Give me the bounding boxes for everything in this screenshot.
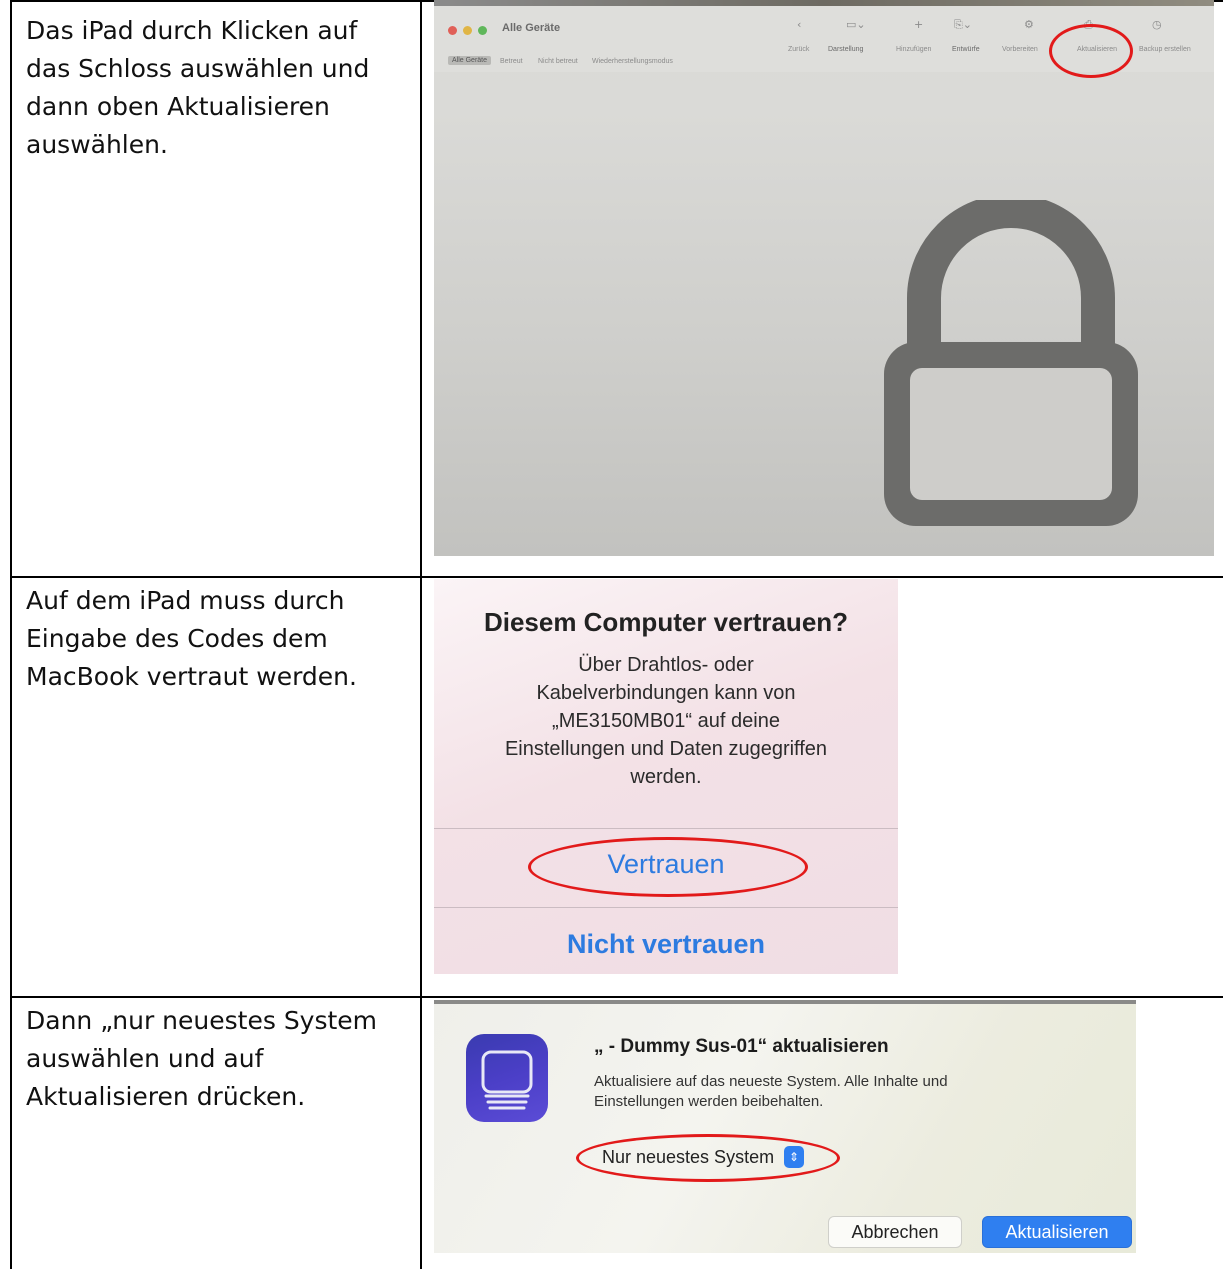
update-message-line: Aktualisiere auf das neueste System. All… — [594, 1073, 948, 1090]
highlight-update-button — [1049, 24, 1133, 78]
view-icon: ▭⌄ — [846, 18, 866, 31]
screenshot-top-edge — [434, 1000, 1136, 1004]
window-close-button[interactable] — [448, 26, 457, 35]
highlight-update-select — [576, 1134, 840, 1182]
trust-dialog-screenshot: Diesem Computer vertrauen? Über Drahtlos… — [434, 579, 898, 974]
trust-dialog-title: Diesem Computer vertrauen? — [483, 607, 849, 637]
table-border-row2 — [10, 996, 1223, 998]
add-icon: + — [914, 18, 924, 31]
table-border-row1 — [10, 576, 1223, 578]
update-message-line: Einstellungen werden beibehalten. — [594, 1093, 824, 1110]
toolbar-blueprints[interactable]: Entwürfe — [952, 46, 980, 53]
instruction-step-3: Dann „nur neuestes System auswählen und … — [26, 1006, 378, 1111]
update-button[interactable]: Aktualisieren — [982, 1216, 1132, 1248]
lock-icon[interactable] — [866, 200, 1156, 530]
configurator-screenshot: Alle Geräte ‹ ▭⌄ + ⎘⌄ ⚙ ⎙ ◷ Zurück Darst… — [434, 0, 1214, 556]
window-title: Alle Geräte — [502, 22, 561, 34]
blueprints-icon: ⎘⌄ — [954, 18, 973, 31]
table-border-middle — [420, 0, 422, 1269]
segment-all-devices[interactable]: Alle Geräte — [448, 56, 492, 65]
back-icon: ‹ — [797, 18, 802, 31]
trust-message-line: Einstellungen und Daten zugegriffen — [504, 738, 828, 760]
instruction-step-1: Das iPad durch Klicken auf das Schloss a… — [26, 16, 370, 159]
segment-unsupervised[interactable]: Nicht betreut — [538, 58, 578, 65]
toolbar-view[interactable]: Darstellung — [828, 46, 863, 53]
trust-message-line: Kabelverbindungen kann von — [536, 682, 796, 704]
window-minimize-button[interactable] — [463, 26, 472, 35]
trust-message-line: werden. — [630, 766, 702, 788]
instruction-step-2: Auf dem iPad muss durch Eingabe des Code… — [26, 586, 357, 691]
trust-message-line: „ME3150MB01“ auf deine — [552, 710, 780, 732]
update-dialog-title: „ - Dummy Sus-01“ aktualisieren — [594, 1036, 889, 1057]
toolbar-back[interactable]: Zurück — [788, 46, 809, 53]
toolbar-prepare[interactable]: Vorbereiten — [1002, 46, 1038, 53]
apple-configurator-icon — [466, 1034, 548, 1122]
table-border-left — [10, 0, 12, 1269]
window-zoom-button[interactable] — [478, 26, 487, 35]
cancel-button[interactable]: Abbrechen — [828, 1216, 962, 1248]
toolbar-backup[interactable]: Backup erstellen — [1139, 46, 1191, 53]
trust-message-line: Über Drahtlos- oder — [578, 654, 754, 676]
update-dialog-screenshot: „ - Dummy Sus-01“ aktualisieren Aktualis… — [434, 1000, 1136, 1253]
distrust-button[interactable]: Nicht vertrauen — [434, 929, 898, 960]
highlight-trust-button — [528, 837, 808, 897]
prepare-icon: ⚙ — [1024, 18, 1034, 31]
trust-dialog-divider — [434, 828, 898, 829]
trust-dialog-message: Über Drahtlos- oder Kabelverbindungen ka… — [454, 651, 878, 791]
backup-icon: ◷ — [1152, 18, 1162, 31]
update-dialog-message: Aktualisiere auf das neueste System. All… — [594, 1072, 1064, 1112]
segment-supervised[interactable]: Betreut — [500, 58, 523, 65]
segment-recovery-mode[interactable]: Wiederherstellungsmodus — [592, 58, 673, 65]
trust-dialog-divider — [434, 907, 898, 908]
toolbar-add[interactable]: Hinzufügen — [896, 46, 931, 53]
